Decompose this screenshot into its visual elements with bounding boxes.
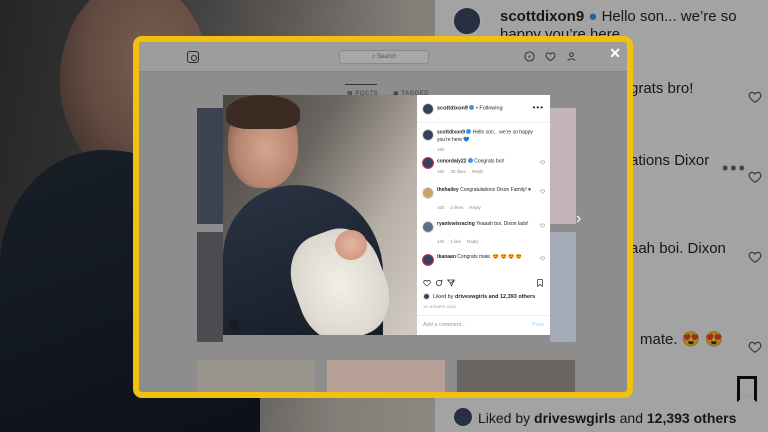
instagram-logo-icon[interactable] [187, 51, 199, 63]
avatar[interactable] [422, 254, 434, 266]
comment: ryanlewisracing Yeaaah boi. Dixon lads! [437, 221, 529, 227]
heart-icon[interactable] [540, 160, 545, 165]
post-comment-button[interactable]: Post [532, 322, 544, 328]
post-caption: scottdixon9 Hello son... we’re so happy … [437, 129, 533, 143]
comment: conordaly22 Congrats bro! [437, 158, 505, 165]
reply-link[interactable]: Reply [472, 169, 484, 174]
comment: thehailey Congratulations Dixon Family! … [437, 187, 532, 193]
post-photo[interactable] [223, 95, 417, 335]
grid-tile[interactable] [197, 108, 223, 224]
bookmark-icon[interactable] [536, 279, 544, 287]
comment: tkanaan Congrats mate. 😍 😍 😍 😍 [437, 254, 522, 260]
grid-tile[interactable] [197, 232, 223, 342]
heart-icon[interactable] [540, 256, 545, 261]
grid-tile[interactable] [197, 360, 315, 392]
compass-icon[interactable] [524, 51, 535, 62]
next-post-arrow-icon[interactable]: › [576, 210, 581, 228]
add-comment-input[interactable]: Add a comment... [423, 322, 466, 328]
heart-icon[interactable] [545, 51, 556, 62]
highlight-frame: ⌕ Search ✕ ▦ POSTS ▣ TAGGED scottdixon9 … [133, 36, 633, 398]
avatar[interactable] [422, 221, 434, 233]
grid-tile[interactable] [550, 108, 576, 224]
tab-underline [345, 84, 377, 85]
instagram-top-bar: ⌕ Search ✕ [139, 42, 627, 72]
close-icon[interactable]: ✕ [609, 45, 621, 62]
profile-icon[interactable] [566, 51, 577, 62]
heart-icon[interactable] [540, 189, 545, 194]
comment-meta: 16h 30 likes Reply [437, 169, 484, 174]
tagged-user-icon[interactable] [229, 320, 239, 330]
avatar[interactable] [422, 103, 434, 115]
comment-meta: 12h 1 like Reply [437, 239, 479, 244]
grid-tile[interactable] [457, 360, 575, 392]
photo-man-hair [226, 95, 300, 129]
verified-icon [467, 158, 473, 163]
more-options-icon[interactable]: ••• [533, 103, 544, 112]
search-input[interactable]: ⌕ Search [339, 50, 429, 64]
photo-baby-face [335, 230, 367, 260]
action-bar [423, 279, 544, 289]
share-icon[interactable] [447, 279, 455, 287]
grid-tile[interactable] [327, 360, 445, 392]
comment-meta: 10h 2 likes Reply [437, 205, 481, 210]
add-comment-bar: Add a comment... Post [417, 315, 550, 335]
grid-tile[interactable] [550, 232, 576, 342]
comment-icon[interactable] [435, 279, 443, 287]
verified-icon [466, 129, 472, 134]
reply-link[interactable]: Reply [469, 205, 481, 210]
reply-link[interactable]: Reply [467, 239, 479, 244]
post-header: scottdixon9 • Following ••• [417, 95, 550, 123]
verified-icon [469, 105, 475, 110]
post-side-panel: scottdixon9 • Following ••• scottdixon9 … [417, 95, 550, 335]
avatar[interactable] [422, 129, 434, 141]
liked-by-text[interactable]: Liked by driveswɡirls and 12,393 others [433, 294, 557, 300]
post-time-ago: 16 HOURS AGO [423, 304, 457, 309]
heart-icon[interactable] [540, 223, 545, 228]
liked-by-avatar [423, 293, 430, 300]
heart-icon[interactable] [423, 279, 431, 287]
post-author[interactable]: scottdixon9 • Following [437, 105, 503, 112]
caption-time: 16h [437, 147, 445, 152]
avatar[interactable] [422, 157, 434, 169]
avatar[interactable] [422, 187, 434, 199]
